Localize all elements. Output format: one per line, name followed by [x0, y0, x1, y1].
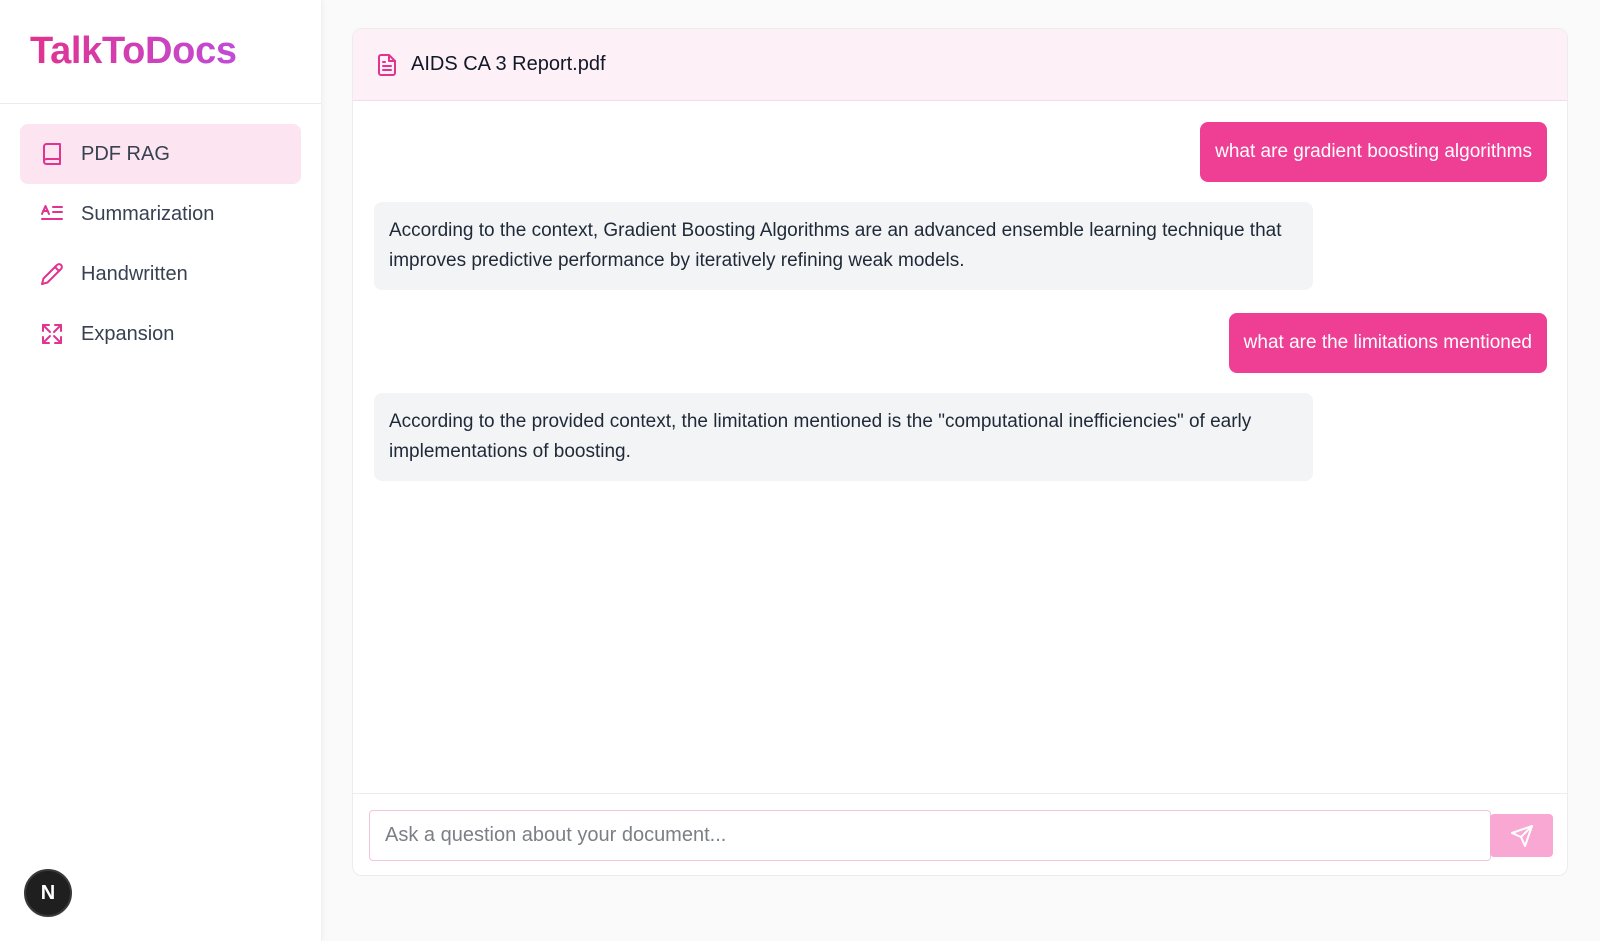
pencil-icon	[40, 262, 64, 286]
sidebar-item-pdf-rag[interactable]: PDF RAG	[20, 124, 301, 184]
document-header: AIDS CA 3 Report.pdf	[353, 29, 1567, 101]
question-input[interactable]	[369, 810, 1491, 861]
sidebar-item-label: Handwritten	[81, 262, 188, 285]
assistant-message: According to the provided context, the l…	[374, 393, 1313, 481]
text-summary-icon	[40, 202, 64, 226]
avatar-initial: N	[40, 881, 56, 904]
expand-icon	[40, 322, 64, 346]
sidebar-item-label: PDF RAG	[81, 142, 170, 165]
sidebar-item-expansion[interactable]: Expansion	[20, 304, 301, 364]
sidebar-item-label: Expansion	[81, 322, 175, 345]
document-file-name: AIDS CA 3 Report.pdf	[411, 53, 606, 75]
sidebar-item-label: Summarization	[81, 202, 215, 225]
brand-header: TalkToDocs	[0, 0, 321, 104]
sidebar-nav: PDF RAG Summarization Handwritten Expans…	[0, 104, 321, 384]
sidebar: TalkToDocs PDF RAG Summarization Handwri…	[0, 0, 322, 941]
chat-panel: AIDS CA 3 Report.pdf what are gradient b…	[352, 28, 1568, 876]
user-message: what are the limitations mentioned	[1228, 313, 1547, 373]
app-root: TalkToDocs PDF RAG Summarization Handwri…	[0, 0, 1600, 941]
app-title[interactable]: TalkToDocs	[30, 30, 237, 73]
sidebar-item-summarization[interactable]: Summarization	[20, 184, 301, 244]
send-icon	[1510, 824, 1534, 848]
composer	[353, 793, 1567, 875]
send-button[interactable]	[1490, 814, 1553, 857]
sidebar-item-handwritten[interactable]: Handwritten	[20, 244, 301, 304]
assistant-message: According to the context, Gradient Boost…	[374, 202, 1313, 290]
avatar[interactable]: N	[24, 869, 72, 917]
book-icon	[40, 142, 64, 166]
file-text-icon	[375, 53, 399, 77]
message-list: what are gradient boosting algorithms Ac…	[353, 101, 1567, 795]
user-message: what are gradient boosting algorithms	[1200, 122, 1547, 182]
